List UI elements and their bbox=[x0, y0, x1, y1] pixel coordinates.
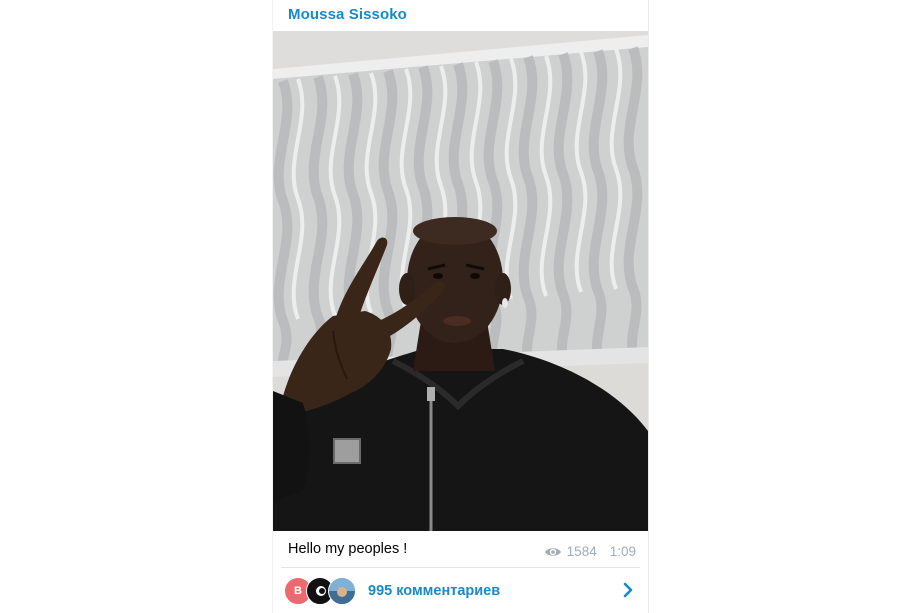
post-time: 1:09 bbox=[609, 544, 636, 559]
chevron-right-icon[interactable] bbox=[622, 582, 634, 598]
avatar bbox=[328, 576, 356, 605]
photo-illustration bbox=[273, 31, 648, 531]
post-photo[interactable] bbox=[273, 31, 648, 531]
channel-name[interactable]: Moussa Sissoko bbox=[288, 6, 407, 23]
page: Moussa Sissoko Hello my peoples ! 1584 1… bbox=[0, 0, 920, 613]
post-meta: 1584 1:09 bbox=[544, 544, 636, 559]
eye-icon bbox=[544, 546, 562, 558]
comments-button[interactable]: B 995 комментариев bbox=[273, 568, 648, 613]
post-caption: Hello my peoples ! bbox=[288, 541, 408, 557]
comments-count: 995 комментариев bbox=[368, 582, 501, 599]
view-count: 1584 bbox=[566, 544, 597, 559]
commenter-avatars: B bbox=[284, 576, 364, 605]
channel-post: Moussa Sissoko Hello my peoples ! 1584 1… bbox=[272, 0, 649, 613]
